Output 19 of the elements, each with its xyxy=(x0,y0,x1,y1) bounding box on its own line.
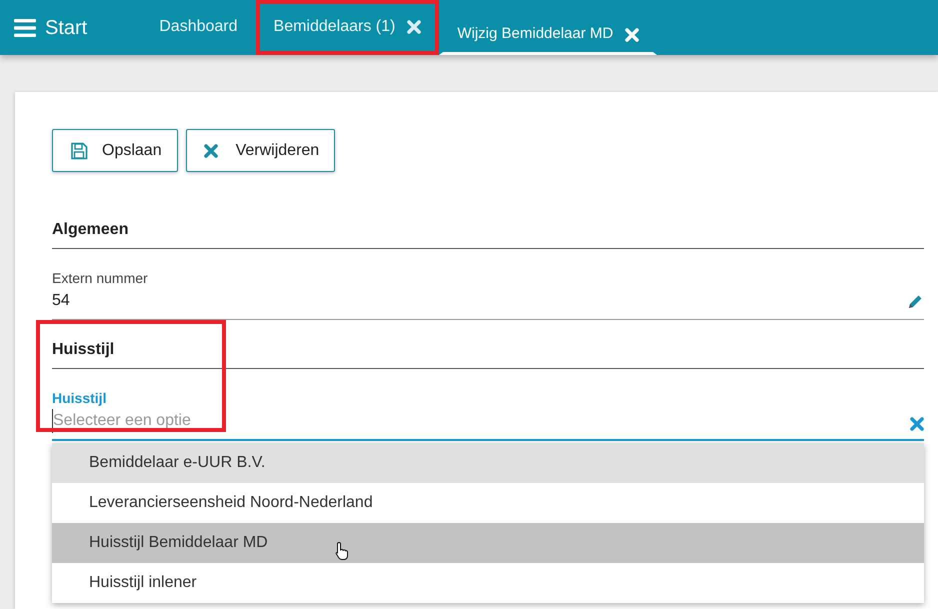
field-label: Extern nummer xyxy=(52,269,148,288)
menu-icon xyxy=(14,18,36,36)
dropdown-option[interactable]: Bemiddelaar e-UUR B.V. xyxy=(52,443,924,484)
dropdown-option[interactable]: Leverancierseensheid Noord-Nederland xyxy=(52,483,924,524)
field-value: 54 xyxy=(52,292,70,310)
field-label: Huisstijl xyxy=(52,389,108,408)
section-heading: Algemeen xyxy=(52,220,130,240)
pointer-cursor-icon xyxy=(335,541,349,562)
dropdown-option[interactable]: Huisstijl Bemiddelaar MD xyxy=(52,523,924,564)
close-icon xyxy=(204,144,218,158)
save-button[interactable]: Opslaan xyxy=(52,129,178,172)
delete-button[interactable]: Verwijderen xyxy=(186,129,336,172)
save-icon xyxy=(70,142,88,160)
section-heading: Huisstijl xyxy=(52,340,116,360)
clear-icon[interactable] xyxy=(910,417,924,432)
tab[interactable]: Wijzig Bemiddelaar MD xyxy=(439,13,658,55)
menu-button[interactable]: Start xyxy=(0,0,102,55)
dropdown-option[interactable]: Huisstijl inlener xyxy=(52,563,924,604)
close-icon[interactable] xyxy=(407,20,422,34)
